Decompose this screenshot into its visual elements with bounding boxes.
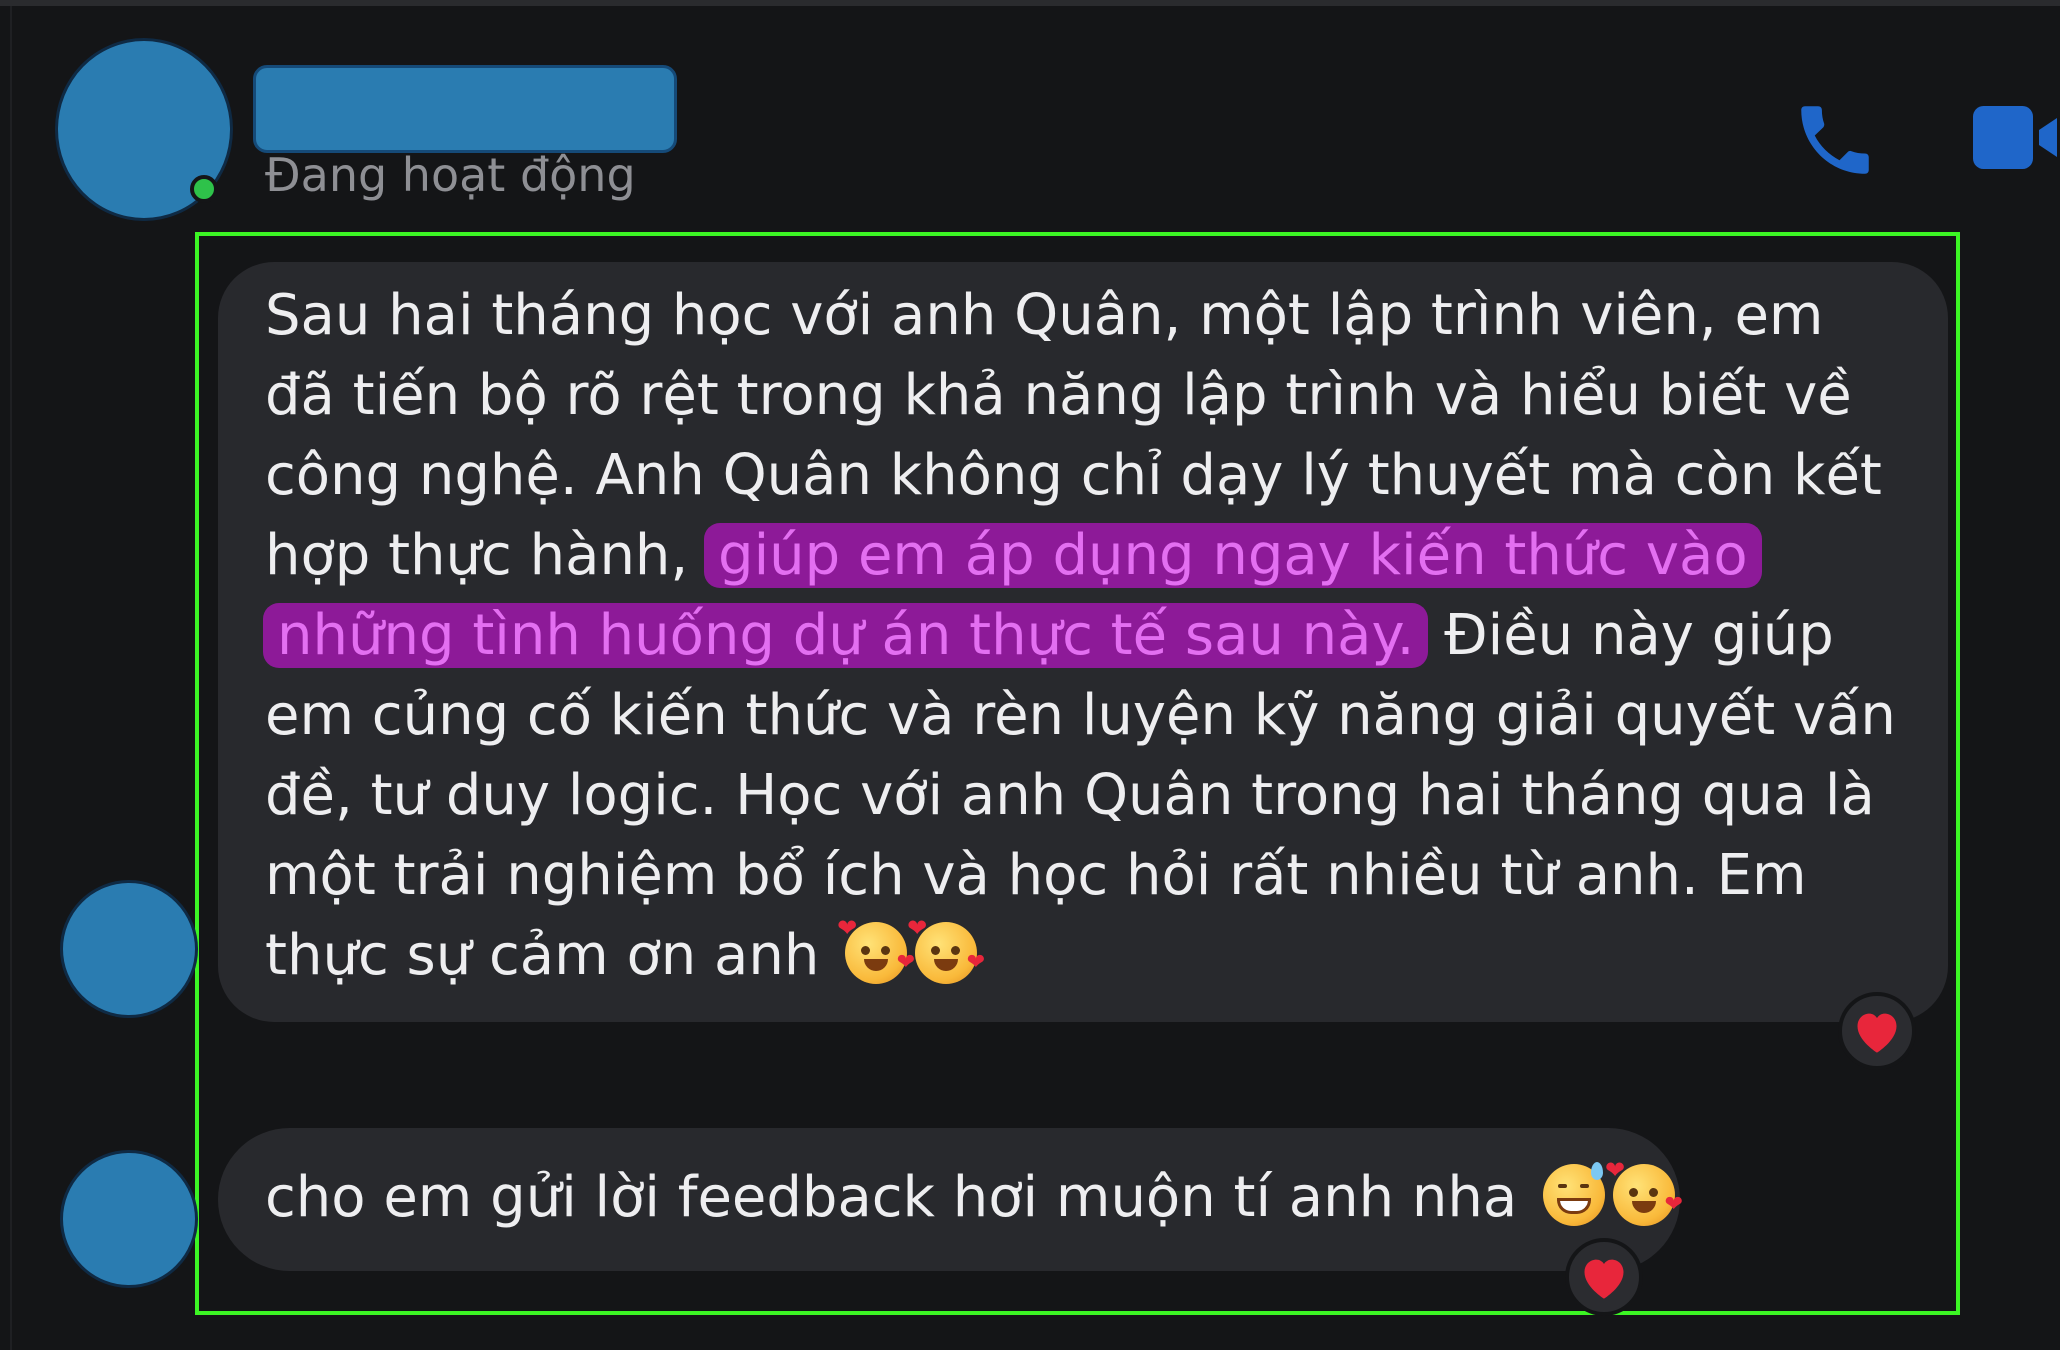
sender-avatar[interactable] [60, 880, 198, 1018]
message-text: cho em gửi lời feedback hơi muộn tí anh … [265, 1165, 1536, 1230]
online-status-dot [190, 175, 218, 203]
sender-avatar[interactable] [60, 1150, 198, 1288]
smiling-face-with-hearts-icon: ❤ ❤ [907, 916, 985, 984]
left-divider [10, 6, 12, 1350]
heart-icon [1584, 1259, 1624, 1299]
heart-reaction[interactable] [1838, 992, 1916, 1070]
heart-icon [1857, 1013, 1897, 1053]
phone-icon[interactable] [1790, 95, 1880, 185]
smiling-face-with-hearts-icon: ❤ ❤ [1605, 1158, 1683, 1226]
grinning-face-with-sweat-icon [1543, 1162, 1606, 1226]
heart-reaction[interactable] [1565, 1238, 1643, 1316]
top-divider [0, 0, 2060, 6]
message-bubble[interactable]: Sau hai tháng học với anh Quân, một lập … [218, 262, 1948, 1022]
contact-name-redacted[interactable] [253, 65, 677, 153]
video-camera-icon[interactable] [1970, 100, 2060, 175]
message-bubble[interactable]: cho em gửi lời feedback hơi muộn tí anh … [218, 1128, 1683, 1271]
active-status-label: Đang hoạt động [265, 148, 636, 202]
smiling-face-with-hearts-icon: ❤ ❤ [837, 916, 915, 984]
